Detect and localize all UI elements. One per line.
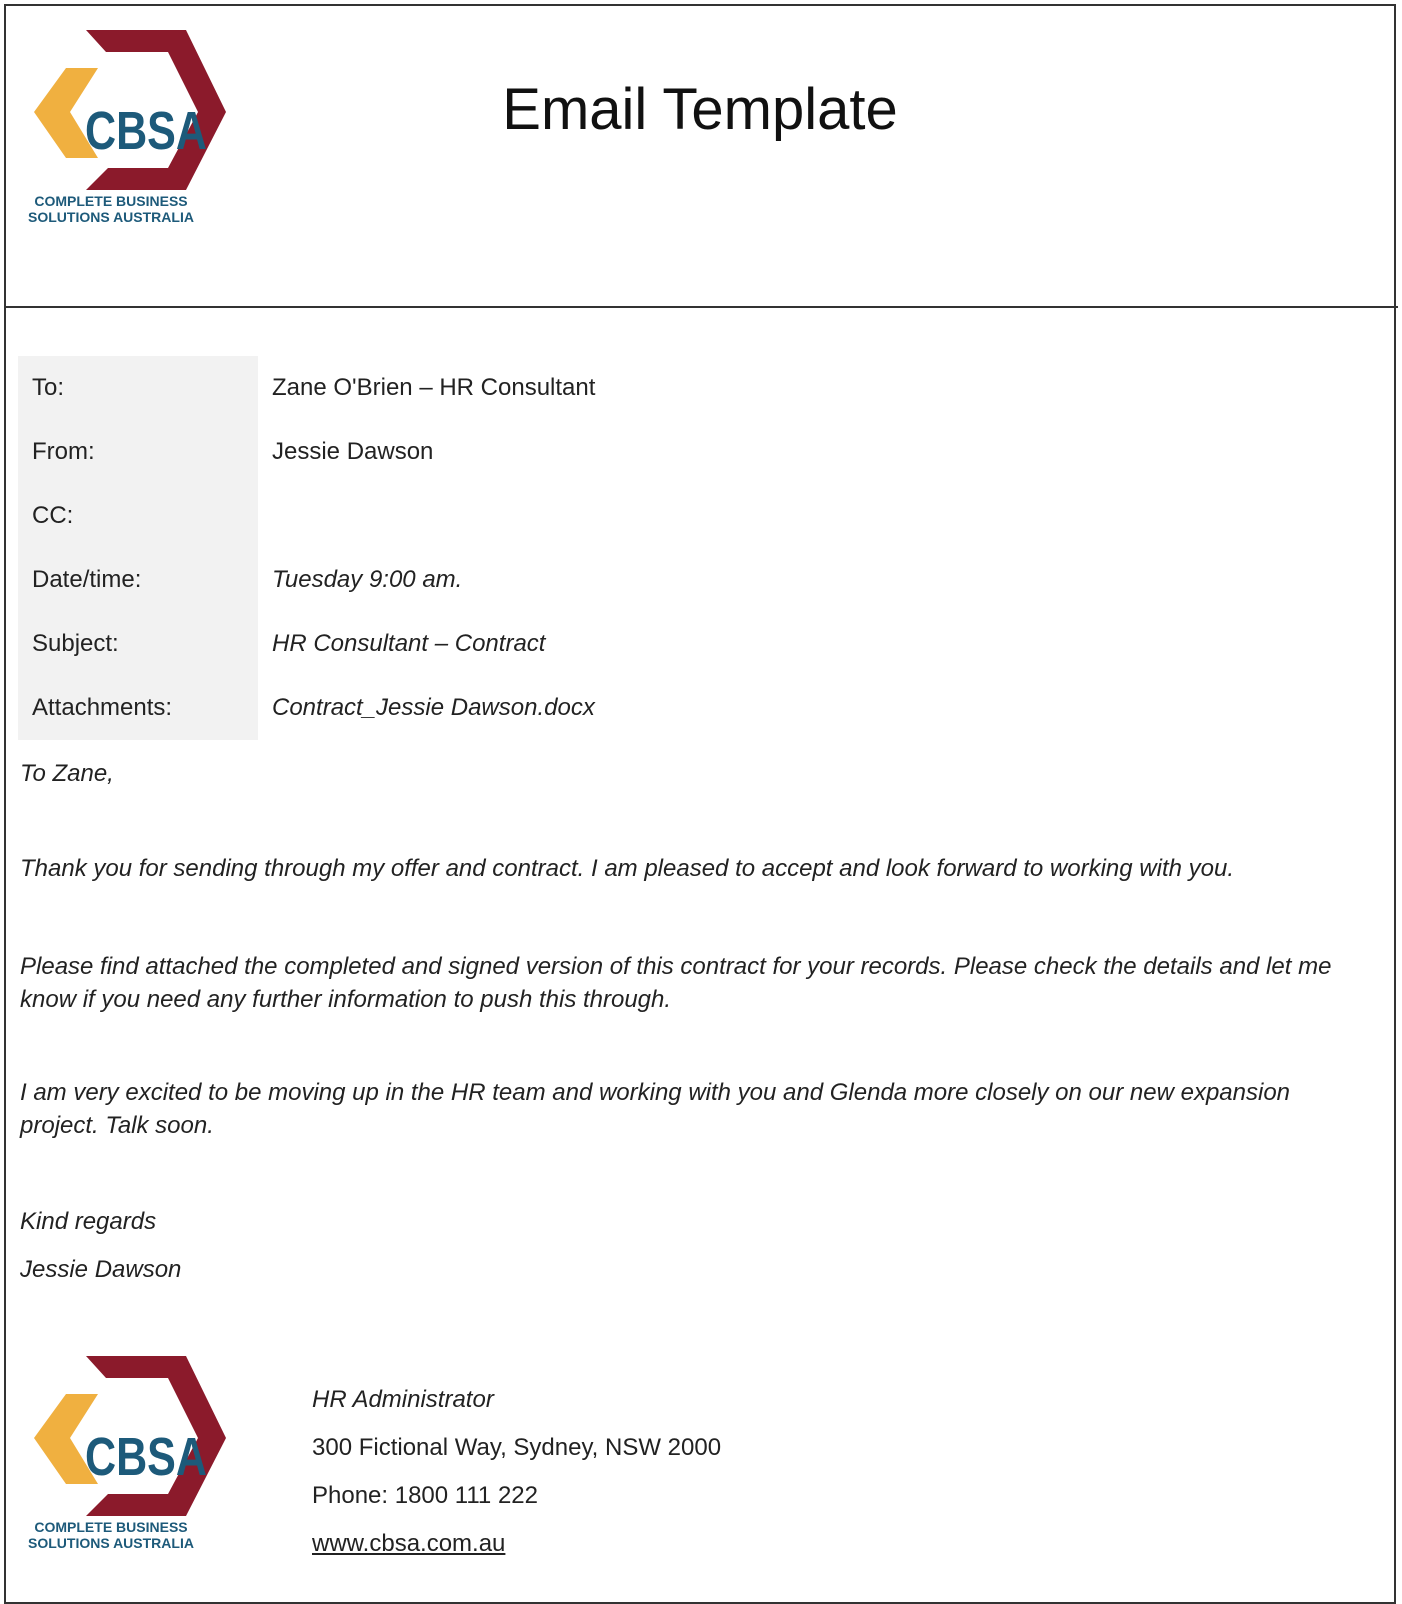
website-link[interactable]: www.cbsa.com.au <box>312 1530 505 1557</box>
footer-logo-maroon-top <box>86 1356 226 1438</box>
field-label-from: From: <box>18 420 258 484</box>
signature-phone: Phone: 1800 111 222 <box>312 1482 538 1509</box>
field-row-cc: CC: <box>18 484 778 548</box>
signature-block: HR Administrator 300 Fictional Way, Sydn… <box>312 1376 721 1568</box>
email-signature-name: Jessie Dawson <box>20 1256 182 1283</box>
email-paragraph-2: Please find attached the completed and s… <box>20 953 1332 1013</box>
cbsa-logo-graphic: CBSA COMPLETE BUSINESS SOLUTIONS AUSTRAL… <box>28 30 226 225</box>
company-logo: CBSA COMPLETE BUSINESS SOLUTIONS AUSTRAL… <box>14 26 244 236</box>
logo-tagline-line2: SOLUTIONS AUSTRALIA <box>28 209 194 225</box>
field-value-datetime: Tuesday 9:00 am. <box>272 566 463 593</box>
email-paragraph-3: I am very excited to be moving up in the… <box>20 1079 1291 1139</box>
signature-role: HR Administrator <box>312 1386 494 1413</box>
email-closing: Kind regards <box>20 1208 157 1235</box>
field-value-subject: HR Consultant – Contract <box>272 630 546 657</box>
header-divider <box>4 306 1398 308</box>
footer-company-logo: CBSA COMPLETE BUSINESS SOLUTIONS AUSTRAL… <box>14 1352 244 1562</box>
field-value-attachments: Contract_Jessie Dawson.docx <box>272 694 595 721</box>
logo-maroon-top <box>86 30 226 112</box>
footer-logo-tagline-line2: SOLUTIONS AUSTRALIA <box>28 1535 194 1551</box>
logo-tagline-line1: COMPLETE BUSINESS <box>34 193 187 209</box>
logo-brand-text: CBSA <box>85 101 207 161</box>
field-value-to: Zane O'Brien – HR Consultant <box>272 374 596 401</box>
field-label-subject: Subject: <box>18 612 258 676</box>
field-row-from: From: Jessie Dawson <box>18 420 778 484</box>
field-row-datetime: Date/time: Tuesday 9:00 am. <box>18 548 778 612</box>
email-header-fields: To: Zane O'Brien – HR Consultant From: J… <box>18 356 778 740</box>
field-row-to: To: Zane O'Brien – HR Consultant <box>18 356 778 420</box>
cbsa-footer-logo-graphic: CBSA COMPLETE BUSINESS SOLUTIONS AUSTRAL… <box>28 1356 226 1551</box>
field-label-attachments: Attachments: <box>18 676 258 740</box>
signature-address: 300 Fictional Way, Sydney, NSW 2000 <box>312 1434 722 1461</box>
field-label-datetime: Date/time: <box>18 548 258 612</box>
email-greeting: To Zane, <box>20 760 114 787</box>
email-paragraph-1: Thank you for sending through my offer a… <box>20 855 1234 882</box>
field-label-to: To: <box>18 356 258 420</box>
field-row-subject: Subject: HR Consultant – Contract <box>18 612 778 676</box>
field-value-from: Jessie Dawson <box>272 438 434 465</box>
field-row-attachments: Attachments: Contract_Jessie Dawson.docx <box>18 676 778 740</box>
field-label-cc: CC: <box>18 484 258 548</box>
footer-logo-brand-text: CBSA <box>85 1427 207 1487</box>
footer-logo-tagline-line1: COMPLETE BUSINESS <box>34 1519 187 1535</box>
page-title: Email Template <box>502 77 898 142</box>
